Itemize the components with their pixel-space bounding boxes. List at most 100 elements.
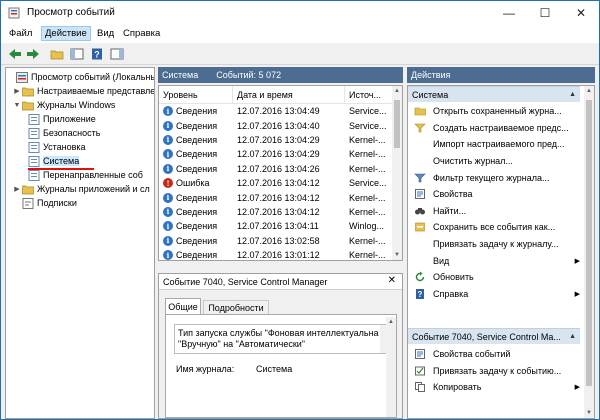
scroll-up-icon[interactable]: ▲ xyxy=(386,317,396,327)
event-row[interactable]: i Сведения 12.07.2016 13:04:49 Service... xyxy=(159,104,402,118)
event-row[interactable]: i Сведения 12.07.2016 13:01:12 Kernel-... xyxy=(159,248,402,261)
actions-section-log[interactable]: Система ▲ xyxy=(408,86,580,102)
detail-scrollbar[interactable]: ▲ xyxy=(386,317,396,417)
event-level-cell: i Сведения xyxy=(159,163,233,174)
actions-scrollbar[interactable]: ▲ ▼ xyxy=(584,86,594,418)
action-label: Создать настраиваемое предс... xyxy=(433,122,569,133)
menu-action[interactable]: Действие xyxy=(41,26,91,41)
event-row[interactable]: i Сведения 12.07.2016 13:04:40 Service... xyxy=(159,118,402,132)
collapse-up-icon[interactable]: ▲ xyxy=(569,333,576,340)
tree-item-custom-views[interactable]: ▶ Настраиваемые представле xyxy=(12,84,154,98)
open-folder-icon xyxy=(413,105,427,117)
action-item[interactable]: Найти... xyxy=(408,203,594,220)
menu-help[interactable]: Справка xyxy=(123,28,160,39)
event-row[interactable]: i Сведения 12.07.2016 13:04:29 Kernel-... xyxy=(159,147,402,161)
scroll-thumb[interactable] xyxy=(394,100,400,148)
event-detail-pane: Событие 7040, Service Control Manager ✕ … xyxy=(158,273,403,419)
log-header-bar: Система Событий: 5 072 xyxy=(158,67,403,83)
action-item[interactable]: Обновить xyxy=(408,269,594,286)
event-row[interactable]: i Сведения 12.07.2016 13:04:12 Kernel-... xyxy=(159,190,402,204)
action-label: Вид xyxy=(433,255,450,266)
action-item[interactable]: Свойства событий xyxy=(408,346,594,363)
action-label: Сохранить все события как... xyxy=(433,222,556,233)
event-level-cell: i Сведения xyxy=(159,206,233,217)
expand-icon[interactable]: ▶ xyxy=(12,87,22,95)
menu-file[interactable]: Файл xyxy=(9,28,32,39)
scroll-thumb[interactable] xyxy=(586,100,592,386)
column-header-level[interactable]: Уровень xyxy=(159,86,233,104)
log-name: Система xyxy=(162,70,199,80)
maximize-button[interactable]: ☐ xyxy=(527,1,563,25)
up-folder-button[interactable] xyxy=(49,46,65,62)
section-title: Система xyxy=(412,89,449,100)
collapse-icon[interactable]: ▼ xyxy=(12,102,22,109)
action-label: Обновить xyxy=(433,272,474,283)
action-item[interactable]: Привязать задачу к событию... xyxy=(408,363,594,380)
tree-item-app-services-logs[interactable]: ▶ Журналы приложений и сл xyxy=(12,182,150,196)
collapse-up-icon[interactable]: ▲ xyxy=(569,91,576,98)
action-item[interactable]: Импорт настраиваемого пред... xyxy=(408,136,594,153)
actions-section-event[interactable]: Событие 7040, Service Control Ma... ▲ xyxy=(408,328,580,344)
action-item[interactable]: ? Справка ▶ xyxy=(408,286,594,303)
event-description[interactable]: Тип запуска службы "Фоновая интеллектуал… xyxy=(174,324,389,354)
event-row[interactable]: i Сведения 12.07.2016 13:04:26 Kernel-... xyxy=(159,162,402,176)
show-hide-tree-button[interactable] xyxy=(69,46,85,62)
tree-label: Перенаправленные соб xyxy=(43,170,143,180)
tree-item-application[interactable]: Приложение xyxy=(28,112,96,126)
event-row[interactable]: i Сведения 12.07.2016 13:04:12 Kernel-... xyxy=(159,205,402,219)
scroll-up-icon[interactable]: ▲ xyxy=(584,86,594,96)
back-arrow-icon xyxy=(9,49,21,59)
tree-item-root[interactable]: Просмотр событий (Локальны xyxy=(6,70,154,84)
tree-item-security[interactable]: Безопасность xyxy=(28,126,100,140)
help-button[interactable]: ? xyxy=(89,46,105,62)
close-detail-icon[interactable]: ✕ xyxy=(388,275,396,286)
event-viewer-app-icon xyxy=(8,7,20,19)
event-level-text: Сведения xyxy=(176,250,218,261)
action-item[interactable]: Сохранить все события как... xyxy=(408,219,594,236)
forward-arrow-icon xyxy=(27,49,39,59)
tab-general[interactable]: Общие xyxy=(165,298,201,315)
event-level-text: Сведения xyxy=(176,134,218,145)
tab-details[interactable]: Подробности xyxy=(203,300,269,315)
actions-pane: Система ▲ Открыть сохраненный журна... Со… xyxy=(407,85,595,419)
filter-add-icon xyxy=(413,122,427,134)
scroll-down-icon[interactable]: ▼ xyxy=(392,250,402,260)
description-line-1: Тип запуска службы "Фоновая интеллектуал… xyxy=(178,328,379,338)
action-pane-button[interactable] xyxy=(109,46,125,62)
scroll-down-icon[interactable]: ▼ xyxy=(584,408,594,418)
properties-icon xyxy=(413,188,427,200)
action-item[interactable]: Привязать задачу к журналу... xyxy=(408,236,594,253)
event-row[interactable]: i Сведения 12.07.2016 13:04:29 Kernel-... xyxy=(159,133,402,147)
action-item[interactable]: Вид ▶ xyxy=(408,252,594,269)
event-row[interactable]: i Сведения 12.07.2016 13:04:11 Winlog... xyxy=(159,219,402,233)
tree-item-setup[interactable]: Установка xyxy=(28,140,86,154)
event-row[interactable]: i Сведения 12.07.2016 13:02:58 Kernel-... xyxy=(159,234,402,248)
tree-item-system[interactable]: Система xyxy=(28,154,80,168)
event-row[interactable]: ! Ошибка 12.07.2016 13:04:12 Service... xyxy=(159,176,402,190)
event-list-scrollbar[interactable]: ▲ ▼ xyxy=(392,86,402,260)
tree-label: Система xyxy=(43,156,80,166)
action-item[interactable]: Очистить журнал... xyxy=(408,153,594,170)
tree-label: Безопасность xyxy=(43,128,101,138)
action-item[interactable]: Создать настраиваемое предс... xyxy=(408,120,594,137)
back-button[interactable] xyxy=(7,46,23,62)
action-item[interactable]: Фильтр текущего журнала... xyxy=(408,169,594,186)
close-button[interactable]: ✕ xyxy=(563,1,599,25)
menu-bar: Файл Действие Вид Справка xyxy=(1,25,599,43)
tree-item-subscriptions[interactable]: Подписки xyxy=(12,196,77,210)
action-item[interactable]: Копировать ▶ xyxy=(408,379,594,396)
action-label: Импорт настраиваемого пред... xyxy=(433,139,565,150)
minimize-button[interactable]: — xyxy=(491,1,527,25)
menu-view[interactable]: Вид xyxy=(97,28,114,39)
column-header-datetime[interactable]: Дата и время xyxy=(233,86,345,104)
scroll-up-icon[interactable]: ▲ xyxy=(392,86,402,96)
tree-item-windows-logs[interactable]: ▼ Журналы Windows xyxy=(12,98,116,112)
forward-button[interactable] xyxy=(25,46,41,62)
column-header-source[interactable]: Источ... xyxy=(345,86,393,104)
info-icon: i xyxy=(163,192,173,203)
tree-item-forwarded[interactable]: Перенаправленные соб xyxy=(28,168,143,182)
expand-icon[interactable]: ▶ xyxy=(12,185,22,193)
action-item[interactable]: Открыть сохраненный журна... xyxy=(408,103,594,120)
log-name-value: Система xyxy=(256,364,293,374)
action-item[interactable]: Свойства xyxy=(408,186,594,203)
